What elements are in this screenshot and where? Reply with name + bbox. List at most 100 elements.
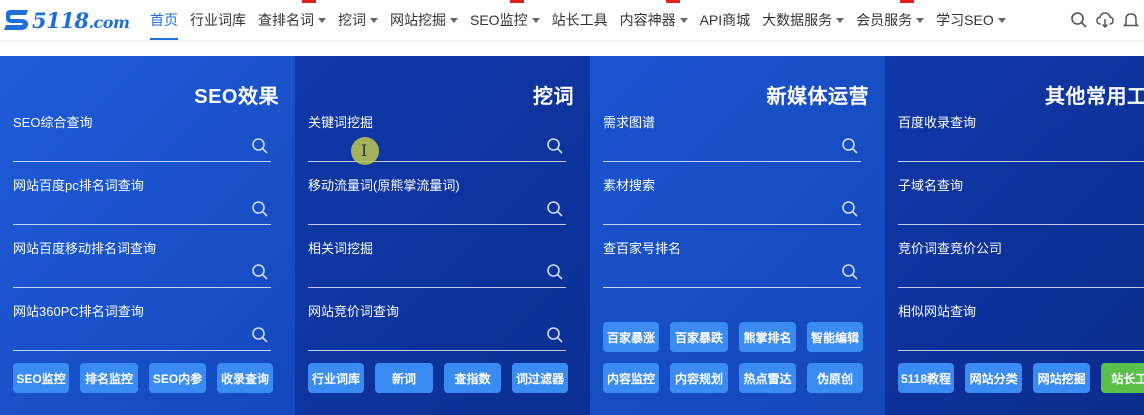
site-logo[interactable]: 5118.com	[0, 0, 150, 40]
search-fields: SEO综合查询 网站百度pc排名词查询 网站百度移动排名词查询 网站360PC排…	[13, 114, 271, 366]
search-field-similar-sites[interactable]: 相似网站查询	[898, 303, 1144, 366]
seo-monitor-button[interactable]: SEO监控	[13, 363, 69, 393]
nav-item-keyword-mining[interactable]: 挖词	[338, 0, 378, 40]
search-icon[interactable]	[251, 137, 269, 155]
nav-item-membership[interactable]: 会员服务	[856, 0, 925, 40]
search-field-material-search[interactable]: 素材搜索	[603, 177, 861, 240]
nav-item-webmaster-tools[interactable]: 站长工具	[552, 0, 608, 40]
search-field-baijiahao-rank[interactable]: 查百家号排名	[603, 240, 861, 303]
search-icon[interactable]	[546, 326, 564, 344]
search-icon[interactable]	[546, 200, 564, 218]
top-navigation-bar: 5118.com 首页 行业词库 查排名词 挖词 网站挖掘 SEO监控 站长工具…	[0, 0, 1144, 40]
panel-keyword-mining: 挖词 关键词挖掘 移动流量词(原熊掌流量词) 相关词挖掘 网站竞价词查询 行业词…	[295, 56, 590, 415]
field-label: SEO综合查询	[13, 115, 93, 130]
search-field-baidu-mobile-rank[interactable]: 网站百度移动排名词查询	[13, 240, 271, 303]
search-field-baidu-pc-rank[interactable]: 网站百度pc排名词查询	[13, 177, 271, 240]
search-icon[interactable]	[841, 137, 859, 155]
chevron-down-icon	[531, 17, 540, 23]
mouse-cursor	[351, 137, 379, 165]
field-label: 查百家号排名	[603, 241, 682, 256]
cloud-download-icon[interactable]	[1096, 11, 1114, 29]
search-icon[interactable]	[841, 200, 859, 218]
search-field-baidu-index[interactable]: 百度收录查询	[898, 114, 1144, 177]
logo-text: 5118.com	[32, 7, 130, 33]
webmaster-tools-button[interactable]: 站长工具	[1100, 363, 1144, 393]
pseudo-original-button[interactable]: 伪原创	[807, 363, 863, 393]
input-underline	[898, 161, 1144, 162]
search-icon[interactable]	[251, 326, 269, 344]
tutorial-button[interactable]: 5118教程	[898, 363, 954, 393]
site-category-button[interactable]: 网站分类	[965, 363, 1023, 393]
panel-title: 其他常用工具	[1045, 86, 1144, 108]
field-label: 需求图谱	[603, 115, 656, 130]
field-label: 子域名查询	[898, 178, 964, 193]
input-underline	[898, 287, 1144, 288]
nav-item-site-mining[interactable]: 网站挖掘	[390, 0, 458, 40]
field-label: 相似网站查询	[898, 304, 977, 319]
content-monitor-button[interactable]: 内容监控	[603, 363, 659, 393]
field-label: 网站百度pc排名词查询	[13, 178, 144, 193]
word-filter-button[interactable]: 词过滤器	[512, 363, 568, 393]
search-field-bid-words[interactable]: 网站竞价词查询	[308, 303, 566, 366]
search-icon[interactable]	[546, 263, 564, 281]
rank-monitor-button[interactable]: 排名监控	[80, 363, 138, 393]
nav-item-industry-lexicon[interactable]: 行业词库	[190, 0, 246, 40]
baijia-plunge-button[interactable]: 百家暴跌	[670, 322, 728, 352]
search-field-360-pc-rank[interactable]: 网站360PC排名词查询	[13, 303, 271, 366]
search-icon[interactable]	[251, 263, 269, 281]
bell-icon[interactable]	[1122, 11, 1140, 29]
panel-seo-effect: SEO效果 SEO综合查询 网站百度pc排名词查询 网站百度移动排名词查询 网站…	[0, 56, 295, 415]
field-label: 竞价词查竞价公司	[898, 241, 1003, 256]
search-field-demand-graph[interactable]: 需求图谱	[603, 114, 861, 177]
field-label: 关键词挖掘	[308, 115, 374, 130]
field-label: 网站竞价词查询	[308, 304, 400, 319]
nav-item-seo-monitor[interactable]: SEO监控	[470, 0, 540, 40]
nav-item-content-tools[interactable]: 内容神器	[620, 0, 688, 40]
input-underline	[603, 224, 861, 225]
panel-new-media: 新媒体运营 需求图谱 素材搜索 查百家号排名 百家暴涨 百家暴跌 熊掌排名 智能…	[590, 56, 885, 415]
search-icon[interactable]	[546, 137, 564, 155]
panel-other-tools: 其他常用工具 百度收录查询 子域名查询 竞价词查竞价公司 相似网站查询 5118…	[885, 56, 1144, 415]
industry-lexicon-button[interactable]: 行业词库	[308, 363, 364, 393]
input-underline	[308, 224, 566, 225]
new-words-button[interactable]: 新词	[375, 363, 433, 393]
field-label: 相关词挖掘	[308, 241, 374, 256]
input-underline	[13, 161, 271, 162]
search-fields: 关键词挖掘 移动流量词(原熊掌流量词) 相关词挖掘 网站竞价词查询	[308, 114, 566, 366]
new-marker	[665, 0, 680, 3]
chevron-down-icon	[836, 17, 845, 23]
search-field-related-words[interactable]: 相关词挖掘	[308, 240, 566, 303]
button-row: SEO监控 排名监控 SEO内参 收录查询	[13, 363, 285, 393]
new-marker	[900, 0, 915, 3]
index-query-button[interactable]: 收录查询	[217, 363, 273, 393]
smart-editor-button[interactable]: 智能编辑	[807, 322, 863, 352]
field-label: 网站360PC排名词查询	[13, 304, 144, 319]
search-icon[interactable]	[1070, 11, 1088, 29]
xiongzhang-rank-button[interactable]: 熊掌排名	[739, 322, 796, 352]
site-mining-button[interactable]: 网站挖掘	[1033, 363, 1090, 393]
nav-item-api-store[interactable]: API商城	[700, 0, 751, 40]
search-icon[interactable]	[251, 200, 269, 218]
search-field-mobile-traffic-words[interactable]: 移动流量词(原熊掌流量词)	[308, 177, 566, 240]
content-planning-button[interactable]: 内容规划	[670, 363, 728, 393]
input-underline	[13, 224, 271, 225]
search-field-subdomain[interactable]: 子域名查询	[898, 177, 1144, 240]
field-label: 素材搜索	[603, 178, 656, 193]
hotspot-radar-button[interactable]: 热点雷达	[739, 363, 796, 393]
search-icon[interactable]	[841, 263, 859, 281]
seo-insider-button[interactable]: SEO内参	[149, 363, 206, 393]
field-label: 网站百度移动排名词查询	[13, 241, 157, 256]
search-field-seo-overview[interactable]: SEO综合查询	[13, 114, 271, 177]
nav-item-rank-words[interactable]: 查排名词	[258, 0, 326, 40]
search-field-bid-company[interactable]: 竞价词查竞价公司	[898, 240, 1144, 303]
nav-item-home[interactable]: 首页	[150, 0, 178, 40]
input-underline	[308, 161, 566, 162]
baijia-surge-button[interactable]: 百家暴涨	[603, 322, 659, 352]
check-index-button[interactable]: 查指数	[444, 363, 501, 393]
input-underline	[13, 287, 271, 288]
tool-panels: SEO效果 SEO综合查询 网站百度pc排名词查询 网站百度移动排名词查询 网站…	[0, 56, 1144, 415]
nav-item-learn-seo[interactable]: 学习SEO	[936, 0, 1006, 40]
nav-item-big-data[interactable]: 大数据服务	[762, 0, 845, 40]
input-underline	[308, 350, 566, 351]
search-field-keyword-mining[interactable]: 关键词挖掘	[308, 114, 566, 177]
